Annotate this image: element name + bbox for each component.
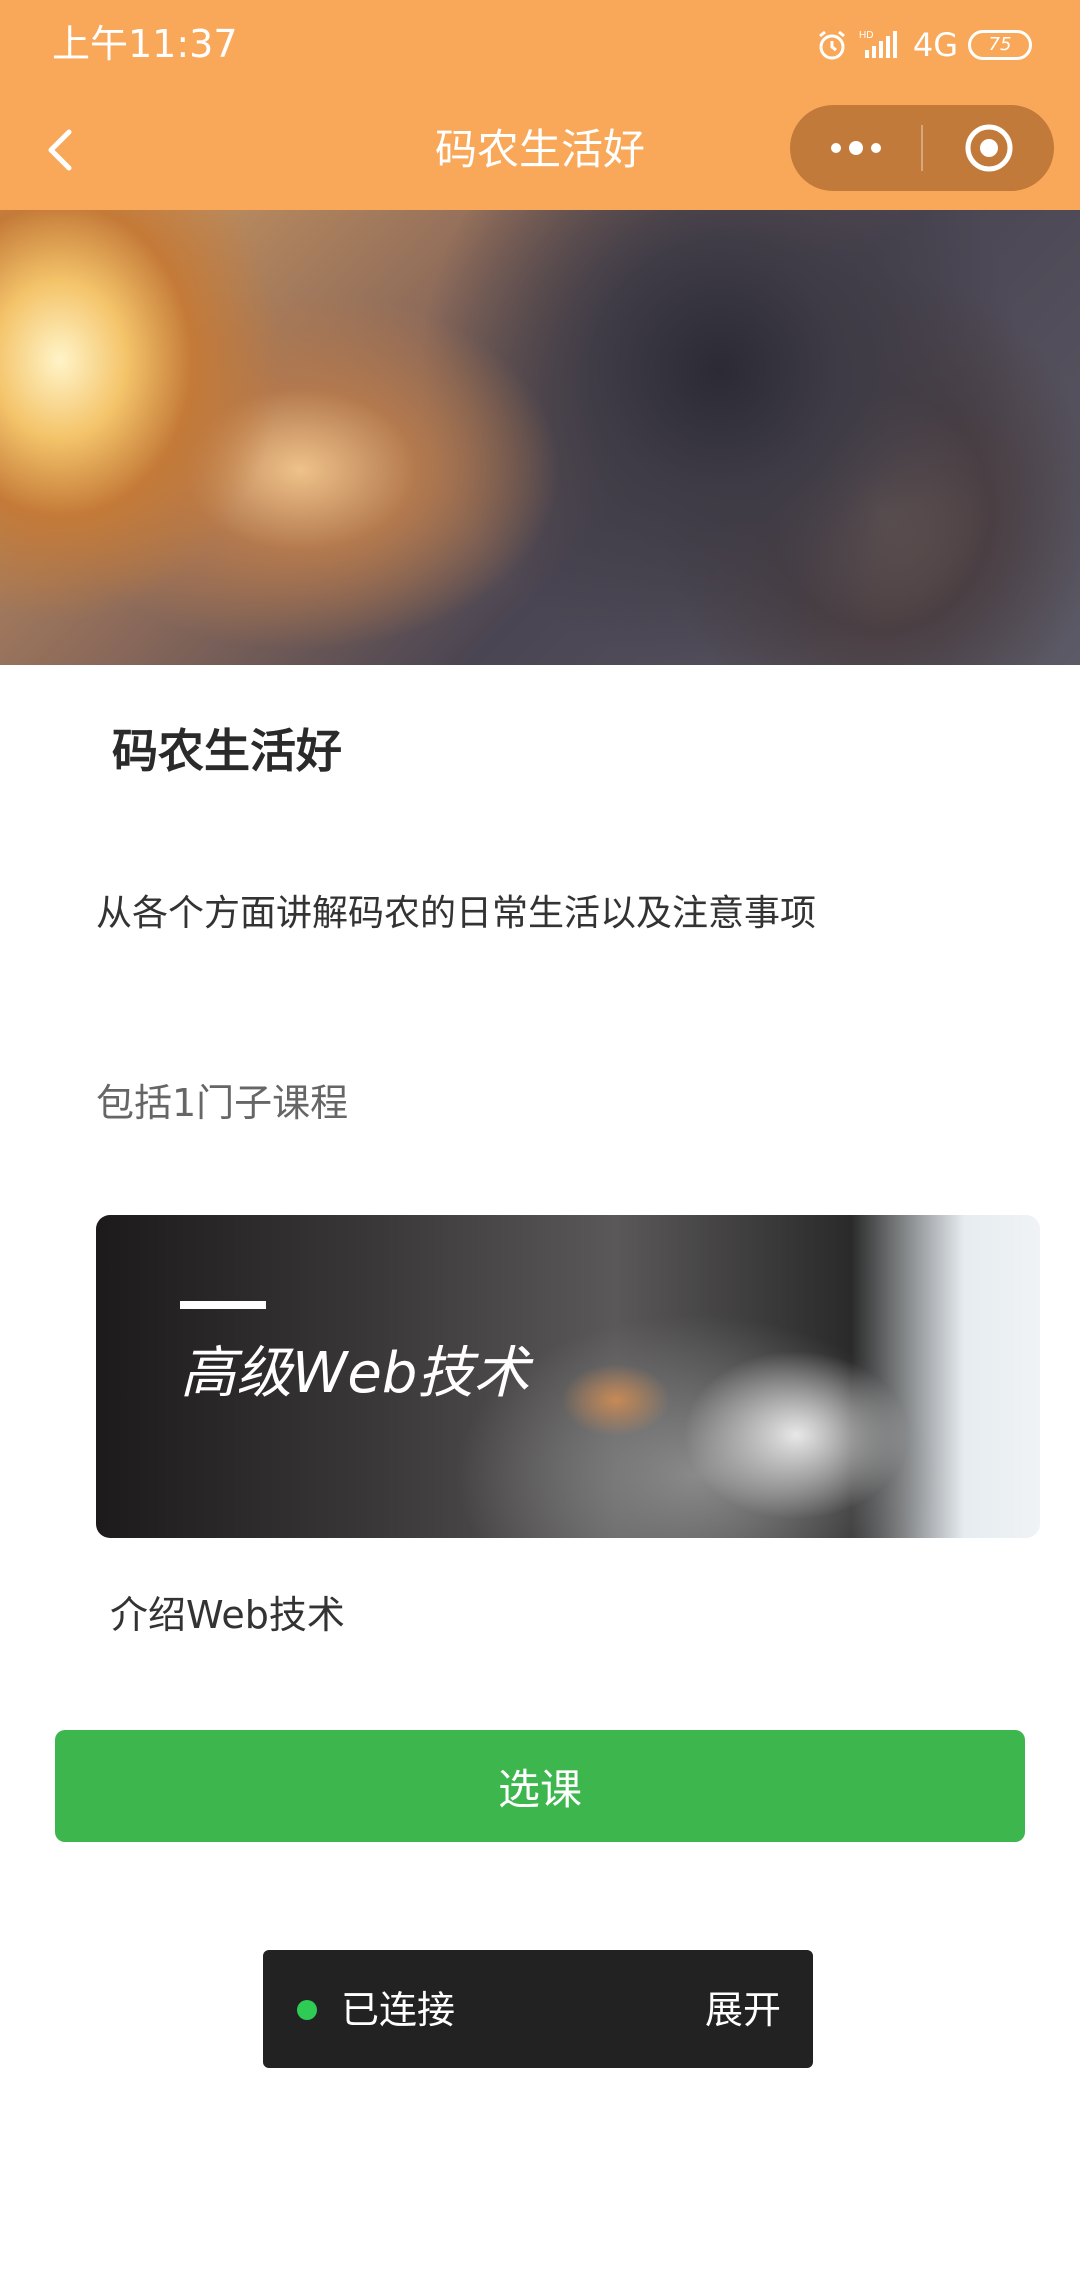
battery-level: 75 [988, 34, 1012, 55]
card-accent-bar [180, 1301, 266, 1309]
signal-icon: HD [859, 30, 897, 58]
close-program-button[interactable] [923, 105, 1054, 191]
sub-course-card-image[interactable]: 高级Web技术 [96, 1215, 1040, 1538]
sub-course-description: 介绍Web技术 [110, 1593, 345, 1637]
mini-program-capsule [790, 105, 1054, 191]
select-course-button[interactable]: 选课 [55, 1730, 1025, 1842]
nav-bar: 码农生活好 [0, 90, 1080, 210]
status-bar: 上午11:37 HD 4G 75 [0, 0, 1080, 90]
debug-panel[interactable]: 已连接 展开 [263, 1950, 813, 2068]
expand-button[interactable]: 展开 [705, 1984, 781, 2036]
course-description: 从各个方面讲解码农的日常生活以及注意事项 [96, 893, 817, 934]
target-circle-icon [965, 124, 1012, 172]
course-banner-image [0, 210, 1080, 665]
sub-course-count: 包括1门子课程 [96, 1081, 349, 1125]
network-type: 4G [912, 26, 958, 64]
battery-icon: 75 [968, 30, 1032, 60]
alarm-icon [818, 30, 845, 60]
more-dots-icon [830, 141, 881, 155]
debug-status: 已连接 [341, 1988, 456, 2032]
more-button[interactable] [790, 105, 921, 191]
svg-text:HD: HD [859, 30, 873, 41]
status-icons: HD 4G 75 [815, 22, 1032, 68]
sub-course-caption: 高级Web技术 [180, 1341, 530, 1406]
connected-dot-icon [297, 2000, 317, 2020]
course-title: 码农生活好 [112, 724, 342, 778]
status-time: 上午11:37 [52, 22, 238, 66]
